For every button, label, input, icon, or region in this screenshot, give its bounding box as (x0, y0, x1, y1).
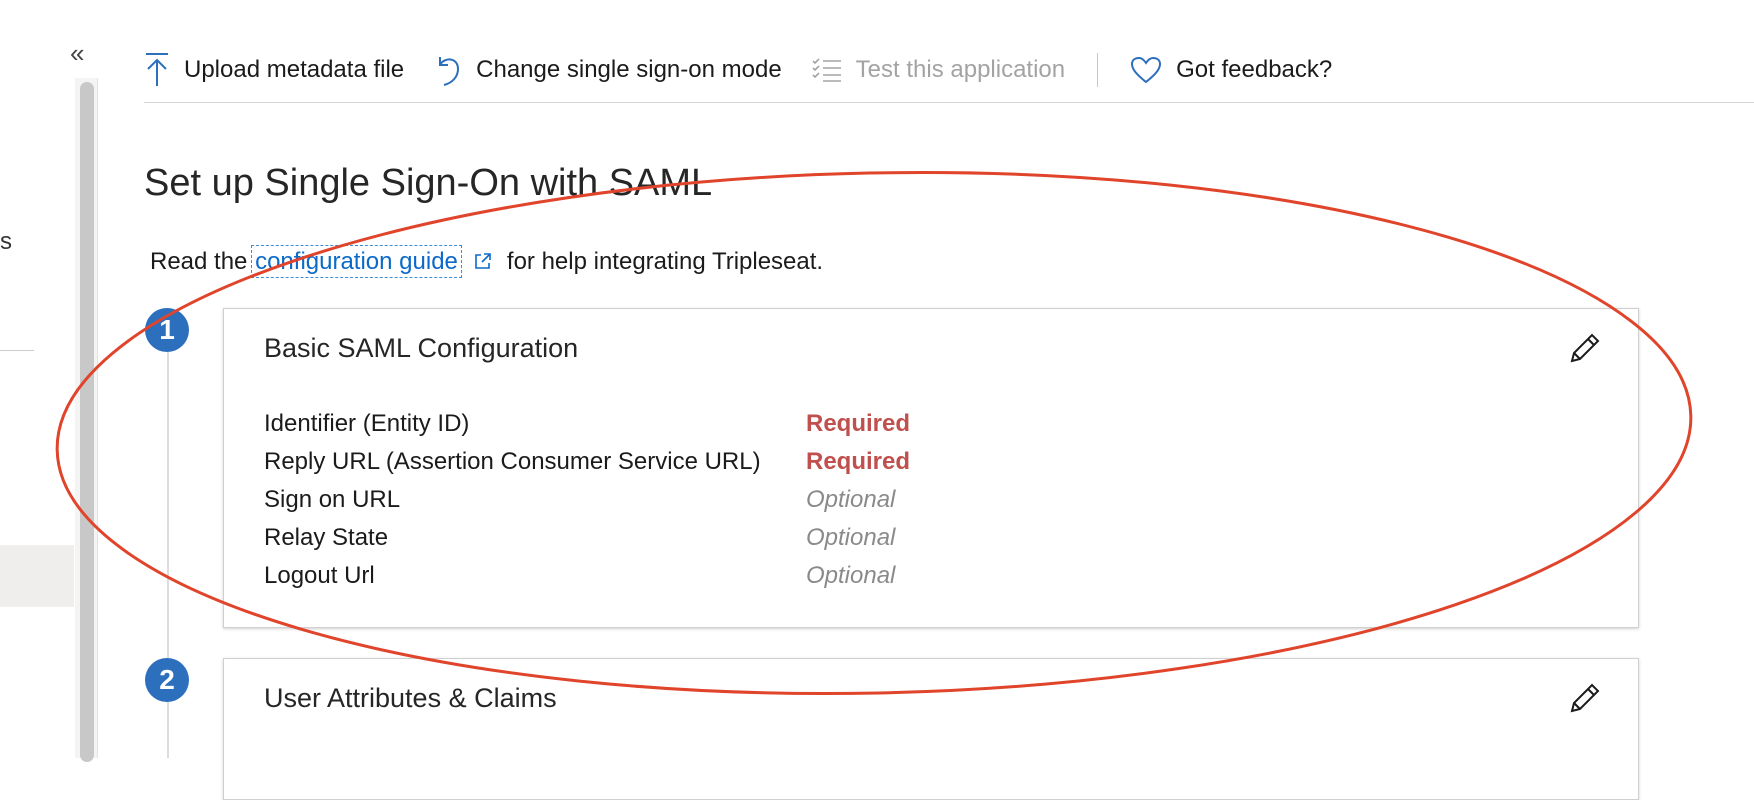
setting-label: Relay State (264, 524, 389, 551)
saml-settings-list: Identifier (Entity ID) Required Reply URL… (264, 405, 910, 595)
change-sso-mode-button[interactable]: Change single sign-on mode (434, 53, 782, 87)
setting-status: Optional (806, 486, 896, 513)
page-title: Set up Single Sign-On with SAML (144, 162, 713, 204)
setting-status: Optional (806, 562, 896, 589)
test-application-label: Test this application (855, 56, 1066, 83)
setting-row: Identifier (Entity ID) Required (264, 405, 910, 443)
toolbar-divider (1097, 53, 1099, 87)
edit-basic-saml-button[interactable] (1568, 331, 1602, 370)
feedback-button[interactable]: Got feedback? (1130, 56, 1332, 84)
test-application-button[interactable]: Test this application (812, 56, 1065, 84)
edit-user-attributes-button[interactable] (1568, 681, 1602, 720)
left-nav-selected-item[interactable] (0, 545, 74, 607)
setting-label: Sign on URL (264, 486, 401, 513)
pencil-icon (1570, 333, 1600, 363)
basic-saml-configuration-title: Basic SAML Configuration (264, 333, 579, 363)
step-2-badge: 2 (145, 658, 189, 702)
setting-label: Logout Url (264, 562, 375, 589)
upload-icon (146, 53, 168, 86)
upload-metadata-button[interactable]: Upload metadata file (144, 52, 404, 88)
setting-status: Required (806, 410, 911, 437)
intro-prefix: Read the (150, 248, 248, 275)
scrollbar-thumb[interactable] (80, 82, 94, 762)
setting-label: Reply URL (Assertion Consumer Service UR… (264, 448, 761, 475)
setting-row: Logout Url Optional (264, 557, 910, 595)
basic-saml-configuration-card: Basic SAML Configuration Identifier (Ent… (223, 308, 1639, 628)
setting-row: Relay State Optional (264, 519, 910, 557)
feedback-label: Got feedback? (1176, 56, 1333, 83)
heart-icon (1131, 56, 1162, 84)
undo-icon (439, 57, 460, 86)
command-bar: Upload metadata file Change single sign-… (144, 44, 1362, 96)
checklist-icon (812, 58, 841, 82)
setting-status: Required (806, 448, 911, 475)
external-link-icon[interactable] (473, 250, 493, 278)
left-nav-divider (0, 350, 34, 351)
pencil-icon (1570, 683, 1600, 713)
upload-metadata-label: Upload metadata file (184, 56, 405, 83)
left-nav-truncated-text: s (0, 228, 12, 255)
setting-status: Optional (806, 524, 896, 551)
setting-label: Identifier (Entity ID) (264, 410, 470, 437)
user-attributes-claims-card: User Attributes & Claims (223, 658, 1639, 800)
setting-row: Reply URL (Assertion Consumer Service UR… (264, 443, 910, 481)
collapse-panel-button[interactable]: « (70, 40, 84, 66)
setting-row: Sign on URL Optional (264, 481, 910, 519)
intro-text: Read the configuration guide for help int… (150, 245, 824, 278)
user-attributes-claims-title: User Attributes & Claims (264, 683, 557, 713)
change-sso-mode-label: Change single sign-on mode (476, 56, 782, 83)
step-1-badge: 1 (145, 308, 189, 352)
intro-suffix: for help integrating Tripleseat. (506, 248, 824, 275)
configuration-guide-link[interactable]: configuration guide (251, 245, 462, 278)
toolbar-divider-line (144, 102, 1754, 103)
